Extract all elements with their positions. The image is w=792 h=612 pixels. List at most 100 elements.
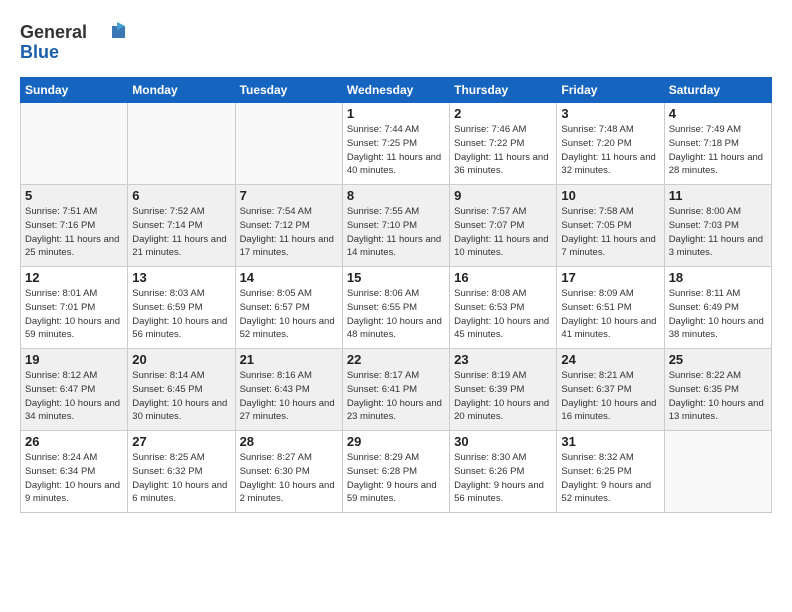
calendar-day-cell: 17 Sunrise: 8:09 AM Sunset: 6:51 PM Dayli…: [557, 267, 664, 349]
calendar-day-cell: 23 Sunrise: 8:19 AM Sunset: 6:39 PM Dayli…: [450, 349, 557, 431]
calendar-day-cell: 16 Sunrise: 8:08 AM Sunset: 6:53 PM Dayli…: [450, 267, 557, 349]
logo-text: General Blue: [20, 18, 130, 67]
day-info: Sunrise: 8:12 AM Sunset: 6:47 PM Dayligh…: [25, 369, 123, 424]
weekday-header-saturday: Saturday: [664, 78, 771, 103]
day-info: Sunrise: 7:58 AM Sunset: 7:05 PM Dayligh…: [561, 205, 659, 260]
day-info: Sunrise: 7:49 AM Sunset: 7:18 PM Dayligh…: [669, 123, 767, 178]
day-number: 20: [132, 352, 230, 367]
day-number: 2: [454, 106, 552, 121]
calendar-day-cell: 18Sunrise: 8:11 AM Sunset: 6:49 PM Dayli…: [664, 267, 771, 349]
day-info: Sunrise: 8:32 AM Sunset: 6:25 PM Dayligh…: [561, 451, 659, 506]
day-number: 27: [132, 434, 230, 449]
calendar-body: 1 Sunrise: 7:44 AM Sunset: 7:25 PM Daylig…: [21, 103, 772, 513]
day-number: 13: [132, 270, 230, 285]
weekday-header-tuesday: Tuesday: [235, 78, 342, 103]
calendar-day-cell: 10Sunrise: 7:58 AM Sunset: 7:05 PM Dayli…: [557, 185, 664, 267]
calendar-day-cell: 12 Sunrise: 8:01 AM Sunset: 7:01 PM Dayli…: [21, 267, 128, 349]
calendar-day-cell: 29Sunrise: 8:29 AM Sunset: 6:28 PM Dayli…: [342, 431, 449, 513]
day-info: Sunrise: 8:03 AM Sunset: 6:59 PM Dayligh…: [132, 287, 230, 342]
day-info: Sunrise: 7:51 AM Sunset: 7:16 PM Dayligh…: [25, 205, 123, 260]
day-number: 8: [347, 188, 445, 203]
day-info: Sunrise: 8:00 AM Sunset: 7:03 PM Dayligh…: [669, 205, 767, 260]
day-info: Sunrise: 8:06 AM Sunset: 6:55 PM Dayligh…: [347, 287, 445, 342]
day-number: 25: [669, 352, 767, 367]
day-number: 28: [240, 434, 338, 449]
calendar-week-row: 12 Sunrise: 8:01 AM Sunset: 7:01 PM Dayli…: [21, 267, 772, 349]
day-info: Sunrise: 8:11 AM Sunset: 6:49 PM Dayligh…: [669, 287, 767, 342]
calendar-day-cell: 28 Sunrise: 8:27 AM Sunset: 6:30 PM Dayli…: [235, 431, 342, 513]
day-info: Sunrise: 8:08 AM Sunset: 6:53 PM Dayligh…: [454, 287, 552, 342]
calendar-day-cell: 5 Sunrise: 7:51 AM Sunset: 7:16 PM Daylig…: [21, 185, 128, 267]
day-info: Sunrise: 8:30 AM Sunset: 6:26 PM Dayligh…: [454, 451, 552, 506]
day-info: Sunrise: 8:21 AM Sunset: 6:37 PM Dayligh…: [561, 369, 659, 424]
calendar-week-row: 5 Sunrise: 7:51 AM Sunset: 7:16 PM Daylig…: [21, 185, 772, 267]
day-info: Sunrise: 8:27 AM Sunset: 6:30 PM Dayligh…: [240, 451, 338, 506]
day-number: 16: [454, 270, 552, 285]
day-info: Sunrise: 8:09 AM Sunset: 6:51 PM Dayligh…: [561, 287, 659, 342]
day-number: 14: [240, 270, 338, 285]
calendar-day-cell: 3Sunrise: 7:48 AM Sunset: 7:20 PM Daylig…: [557, 103, 664, 185]
calendar-day-cell: 20 Sunrise: 8:14 AM Sunset: 6:45 PM Dayli…: [128, 349, 235, 431]
day-info: Sunrise: 8:01 AM Sunset: 7:01 PM Dayligh…: [25, 287, 123, 342]
calendar-day-cell: 9 Sunrise: 7:57 AM Sunset: 7:07 PM Daylig…: [450, 185, 557, 267]
calendar-day-cell: [664, 431, 771, 513]
day-info: Sunrise: 7:57 AM Sunset: 7:07 PM Dayligh…: [454, 205, 552, 260]
day-info: Sunrise: 7:55 AM Sunset: 7:10 PM Dayligh…: [347, 205, 445, 260]
calendar-week-row: 1 Sunrise: 7:44 AM Sunset: 7:25 PM Daylig…: [21, 103, 772, 185]
day-number: 29: [347, 434, 445, 449]
calendar-day-cell: 21 Sunrise: 8:16 AM Sunset: 6:43 PM Dayli…: [235, 349, 342, 431]
day-number: 4: [669, 106, 767, 121]
calendar-day-cell: 22Sunrise: 8:17 AM Sunset: 6:41 PM Dayli…: [342, 349, 449, 431]
day-info: Sunrise: 8:17 AM Sunset: 6:41 PM Dayligh…: [347, 369, 445, 424]
calendar-day-cell: 31Sunrise: 8:32 AM Sunset: 6:25 PM Dayli…: [557, 431, 664, 513]
day-number: 1: [347, 106, 445, 121]
day-number: 19: [25, 352, 123, 367]
calendar-day-cell: 7 Sunrise: 7:54 AM Sunset: 7:12 PM Daylig…: [235, 185, 342, 267]
calendar-day-cell: 26Sunrise: 8:24 AM Sunset: 6:34 PM Dayli…: [21, 431, 128, 513]
day-number: 7: [240, 188, 338, 203]
calendar-week-row: 26Sunrise: 8:24 AM Sunset: 6:34 PM Dayli…: [21, 431, 772, 513]
day-number: 11: [669, 188, 767, 203]
day-info: Sunrise: 8:05 AM Sunset: 6:57 PM Dayligh…: [240, 287, 338, 342]
weekday-header-friday: Friday: [557, 78, 664, 103]
calendar-day-cell: 4 Sunrise: 7:49 AM Sunset: 7:18 PM Daylig…: [664, 103, 771, 185]
day-info: Sunrise: 7:46 AM Sunset: 7:22 PM Dayligh…: [454, 123, 552, 178]
day-info: Sunrise: 7:44 AM Sunset: 7:25 PM Dayligh…: [347, 123, 445, 178]
logo: General Blue: [20, 18, 130, 67]
day-info: Sunrise: 8:25 AM Sunset: 6:32 PM Dayligh…: [132, 451, 230, 506]
weekday-header-sunday: Sunday: [21, 78, 128, 103]
day-number: 12: [25, 270, 123, 285]
svg-text:General: General: [20, 22, 87, 42]
day-info: Sunrise: 7:52 AM Sunset: 7:14 PM Dayligh…: [132, 205, 230, 260]
day-info: Sunrise: 8:14 AM Sunset: 6:45 PM Dayligh…: [132, 369, 230, 424]
calendar-day-cell: 25Sunrise: 8:22 AM Sunset: 6:35 PM Dayli…: [664, 349, 771, 431]
calendar-day-cell: 13 Sunrise: 8:03 AM Sunset: 6:59 PM Dayli…: [128, 267, 235, 349]
day-number: 17: [561, 270, 659, 285]
calendar-day-cell: 30Sunrise: 8:30 AM Sunset: 6:26 PM Dayli…: [450, 431, 557, 513]
day-number: 23: [454, 352, 552, 367]
day-info: Sunrise: 8:16 AM Sunset: 6:43 PM Dayligh…: [240, 369, 338, 424]
calendar-day-cell: 14 Sunrise: 8:05 AM Sunset: 6:57 PM Dayli…: [235, 267, 342, 349]
day-number: 6: [132, 188, 230, 203]
calendar-page: General Blue SundayMondayTuesdayWednesda…: [0, 0, 792, 612]
calendar-day-cell: [235, 103, 342, 185]
calendar-day-cell: 27 Sunrise: 8:25 AM Sunset: 6:32 PM Dayli…: [128, 431, 235, 513]
calendar-table: SundayMondayTuesdayWednesdayThursdayFrid…: [20, 77, 772, 513]
day-info: Sunrise: 8:24 AM Sunset: 6:34 PM Dayligh…: [25, 451, 123, 506]
day-info: Sunrise: 8:19 AM Sunset: 6:39 PM Dayligh…: [454, 369, 552, 424]
calendar-day-cell: 15Sunrise: 8:06 AM Sunset: 6:55 PM Dayli…: [342, 267, 449, 349]
day-number: 24: [561, 352, 659, 367]
day-number: 21: [240, 352, 338, 367]
day-number: 9: [454, 188, 552, 203]
calendar-week-row: 19 Sunrise: 8:12 AM Sunset: 6:47 PM Dayli…: [21, 349, 772, 431]
calendar-day-cell: 8 Sunrise: 7:55 AM Sunset: 7:10 PM Daylig…: [342, 185, 449, 267]
day-info: Sunrise: 7:54 AM Sunset: 7:12 PM Dayligh…: [240, 205, 338, 260]
calendar-day-cell: 2 Sunrise: 7:46 AM Sunset: 7:22 PM Daylig…: [450, 103, 557, 185]
logo-svg: General Blue: [20, 18, 130, 62]
day-number: 5: [25, 188, 123, 203]
calendar-day-cell: 1 Sunrise: 7:44 AM Sunset: 7:25 PM Daylig…: [342, 103, 449, 185]
calendar-day-cell: 6 Sunrise: 7:52 AM Sunset: 7:14 PM Daylig…: [128, 185, 235, 267]
day-number: 3: [561, 106, 659, 121]
calendar-header-row: SundayMondayTuesdayWednesdayThursdayFrid…: [21, 78, 772, 103]
svg-text:Blue: Blue: [20, 42, 59, 62]
